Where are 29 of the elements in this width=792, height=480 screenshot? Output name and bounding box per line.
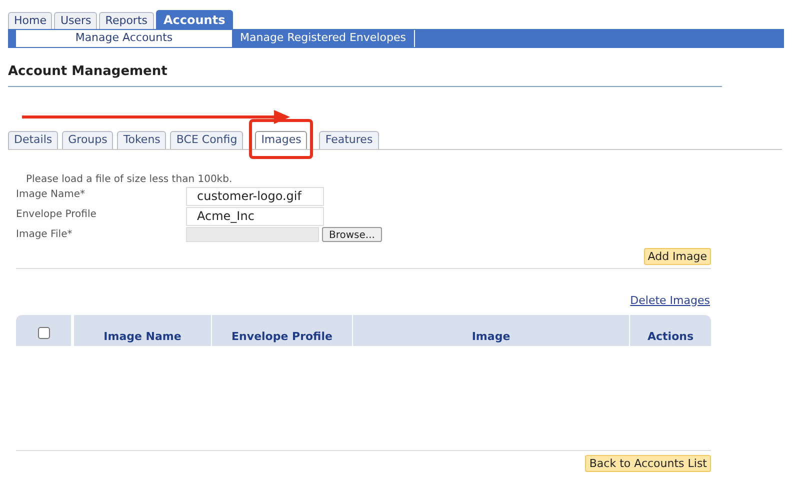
file-path-field[interactable] (186, 226, 319, 242)
field-label: Envelope Profile (16, 208, 98, 222)
nav-tab[interactable]: Reports (99, 12, 154, 29)
text-field[interactable]: Acme_Inc (186, 206, 324, 226)
browse-button[interactable]: Browse... (322, 226, 382, 242)
sub-nav-link[interactable]: Manage Registered Envelopes (232, 30, 415, 47)
add-image-button[interactable]: Add Image (644, 248, 711, 264)
field-label: Image File* (16, 228, 74, 242)
page-title: Account Management (8, 63, 168, 81)
tab[interactable]: BCE Config (170, 130, 244, 148)
back-button[interactable]: Back to Accounts List (585, 455, 711, 472)
nav-tab[interactable]: Accounts (156, 10, 234, 29)
tab[interactable]: Features (319, 130, 379, 148)
tab[interactable]: Tokens (117, 130, 166, 148)
column-header: Envelope Profile (232, 328, 332, 344)
nav-tab[interactable]: Users (54, 12, 98, 29)
column-header: Image (472, 328, 510, 344)
nav-tab[interactable]: Home (8, 12, 52, 29)
column-header: Image Name (104, 328, 182, 344)
select-all-checkbox[interactable] (38, 327, 50, 339)
field-label: Image Name* (16, 188, 86, 202)
sub-nav-link[interactable]: Manage Accounts (16, 30, 232, 47)
tab[interactable]: Details (8, 130, 58, 148)
tab[interactable]: Images (255, 130, 308, 148)
column-header: Actions (648, 328, 694, 344)
tab[interactable]: Groups (62, 130, 114, 148)
text-field[interactable]: customer-logo.gif (186, 186, 324, 206)
delete-images-link[interactable]: Delete Images (630, 292, 710, 309)
size-note: Please load a file of size less than 100kb. (26, 172, 234, 186)
